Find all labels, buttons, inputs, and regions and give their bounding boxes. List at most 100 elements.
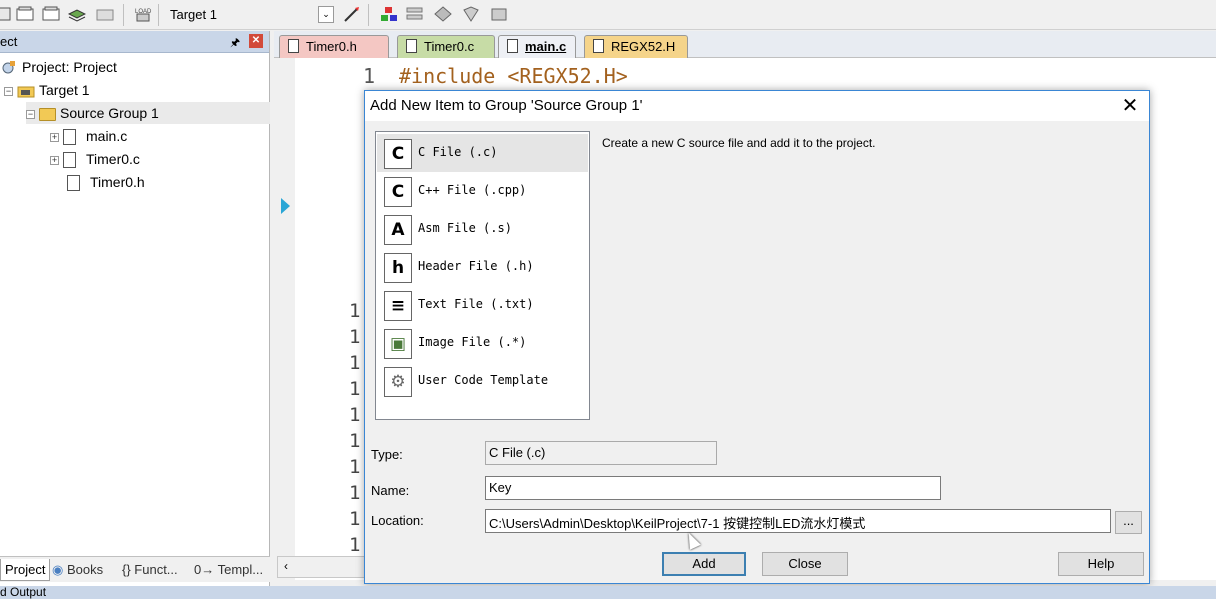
- close-icon[interactable]: ✕: [1117, 93, 1143, 119]
- expand-icon[interactable]: +: [50, 132, 59, 142]
- collapse-icon[interactable]: −: [4, 86, 13, 96]
- toolbar-separator: [368, 4, 369, 26]
- manage-components-icon[interactable]: [380, 6, 398, 22]
- file-icon: [507, 39, 518, 53]
- add-button[interactable]: Add: [662, 552, 746, 576]
- name-input[interactable]: Key: [485, 476, 941, 500]
- file-type-item[interactable]: A Asm File (.s): [377, 210, 588, 248]
- current-line-marker-icon: [281, 198, 290, 214]
- file-type-label: User Code Template: [418, 373, 549, 387]
- tree-file-item[interactable]: + Timer0.c: [50, 148, 140, 170]
- panel-tabs: Project ◉ Books {} Funct... 0→ Templ...: [0, 556, 270, 582]
- file-type-label: Header File (.h): [418, 259, 534, 273]
- layers-icon[interactable]: [68, 6, 86, 22]
- editor-tabs: Timer0.h Timer0.c main.c REGX52.H: [274, 31, 1216, 58]
- tab-templates[interactable]: 0→ Templ...: [190, 559, 267, 581]
- file-type-label: C File (.c): [418, 145, 498, 159]
- horizontal-scrollbar[interactable]: ‹: [277, 556, 365, 578]
- line-number: 1: [349, 404, 361, 426]
- toolbar-separator: [158, 4, 159, 26]
- editor-tab[interactable]: REGX52.H: [584, 35, 688, 58]
- tree-target-label: Target 1: [39, 82, 90, 98]
- editor-tab-label: Timer0.h: [306, 39, 357, 54]
- tab-functions[interactable]: {} Funct...: [118, 559, 182, 581]
- close-button[interactable]: Close: [762, 552, 848, 576]
- file-type-item[interactable]: ⚙ User Code Template: [377, 362, 588, 400]
- file-type-label: Image File (.*): [418, 335, 527, 349]
- header-file-icon: h: [384, 253, 412, 283]
- type-field: C File (.c): [485, 441, 717, 465]
- collapse-icon[interactable]: −: [26, 109, 35, 119]
- name-label: Name:: [371, 483, 410, 498]
- line-number: 1: [349, 378, 361, 400]
- tree-file-label: Timer0.c: [86, 151, 140, 167]
- project-panel: ect 🖈 ✕ Project: Project − Target 1 − Sour…: [0, 31, 270, 586]
- tab-books-label: Books: [66, 562, 104, 577]
- add-new-item-dialog: Add New Item to Group 'Source Group 1' ✕…: [364, 90, 1150, 584]
- gear-icon: ⚙: [384, 367, 412, 397]
- line-number: 1: [349, 352, 361, 374]
- tree-group[interactable]: − Source Group 1: [26, 102, 270, 124]
- tab-project-label: Project: [5, 562, 46, 577]
- line-number: 1: [349, 430, 361, 452]
- file-type-item[interactable]: C C++ File (.cpp): [377, 172, 588, 210]
- editor-tab[interactable]: Timer0.c: [397, 35, 495, 58]
- file-type-item[interactable]: h Header File (.h): [377, 248, 588, 286]
- tree-file-item[interactable]: Timer0.h: [67, 171, 145, 193]
- type-label: Type:: [371, 447, 403, 462]
- code-line: #include <REGX52.H>: [399, 64, 628, 88]
- new-project-icon[interactable]: [0, 6, 12, 22]
- scroll-left-icon[interactable]: ‹: [284, 559, 288, 573]
- tab-project[interactable]: Project: [0, 559, 51, 581]
- open-icon[interactable]: [16, 6, 34, 22]
- dialog-titlebar[interactable]: Add New Item to Group 'Source Group 1' ✕: [365, 91, 1149, 121]
- file-type-label: Asm File (.s): [418, 221, 512, 235]
- line-number: 1: [349, 482, 361, 504]
- file-type-item[interactable]: ≡ Text File (.txt): [377, 286, 588, 324]
- help-button[interactable]: Help: [1058, 552, 1144, 576]
- file-type-item[interactable]: ▣ Image File (.*): [377, 324, 588, 362]
- tree-file-item[interactable]: + main.c: [50, 125, 127, 147]
- file-icon: [288, 39, 299, 53]
- editor-gutter: [277, 58, 295, 580]
- browse-button[interactable]: ...: [1115, 511, 1142, 534]
- editor-tab-active[interactable]: main.c: [498, 35, 576, 58]
- build-output-label: d Output: [0, 586, 47, 599]
- pack-installer-icon[interactable]: [434, 6, 452, 22]
- text-file-icon: ≡: [384, 291, 412, 321]
- location-input[interactable]: C:\Users\Admin\Desktop\KeilProject\7-1 按…: [485, 509, 1111, 533]
- target-select[interactable]: Target 1: [162, 4, 337, 25]
- tree-project[interactable]: Project: Project: [0, 56, 117, 78]
- dialog-title: Add New Item to Group 'Source Group 1': [370, 97, 643, 114]
- file-type-list[interactable]: C C File (.c) C C++ File (.cpp) A Asm Fi…: [375, 131, 590, 420]
- target-options-icon[interactable]: [343, 6, 361, 22]
- line-number: 1: [349, 326, 361, 348]
- run-icon[interactable]: [490, 6, 508, 22]
- file-type-item[interactable]: C C File (.c): [377, 134, 588, 172]
- save-all-icon[interactable]: [42, 6, 60, 22]
- file-icon: [63, 129, 76, 146]
- batch-icon[interactable]: [96, 6, 114, 22]
- editor-tab[interactable]: Timer0.h: [279, 35, 389, 58]
- load-icon[interactable]: LOAD: [134, 6, 152, 22]
- manage-runtime-icon[interactable]: [462, 6, 480, 22]
- tab-books[interactable]: ◉ Books: [48, 559, 107, 581]
- folder-icon: [39, 107, 56, 121]
- tree-target[interactable]: − Target 1: [4, 79, 90, 101]
- expand-icon[interactable]: +: [50, 155, 59, 165]
- build-output-header: d Output: [0, 586, 1216, 599]
- target-icon: [17, 86, 35, 98]
- toolbar-separator: [123, 4, 124, 26]
- tree-project-label: Project: Project: [22, 59, 117, 75]
- select-software-packs-icon[interactable]: [406, 6, 424, 22]
- close-icon[interactable]: ✕: [249, 34, 263, 48]
- pin-icon[interactable]: 🖈: [230, 34, 242, 49]
- line-number: 1: [349, 534, 361, 556]
- tree-file-label: Timer0.h: [90, 174, 145, 190]
- line-number: 1: [349, 508, 361, 530]
- image-file-icon: ▣: [384, 329, 412, 359]
- file-icon: [593, 39, 604, 53]
- panel-header: ect 🖈 ✕: [0, 31, 269, 53]
- chevron-down-icon[interactable]: ⌄: [318, 6, 334, 23]
- project-icon: [2, 61, 15, 74]
